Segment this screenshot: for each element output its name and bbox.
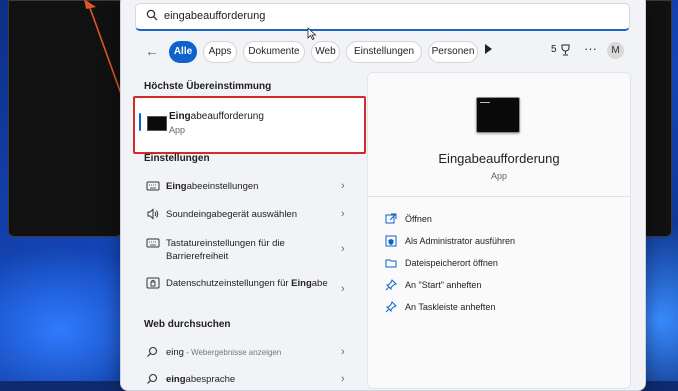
preview-title: Eingabeaufforderung xyxy=(438,151,560,166)
more-options-icon[interactable]: ··· xyxy=(584,41,597,56)
trophy-icon[interactable] xyxy=(560,44,571,56)
best-match-item[interactable]: Eingabeaufforderung App xyxy=(133,96,366,154)
search-icon xyxy=(146,9,158,21)
reward-count: 5 xyxy=(551,44,557,55)
chevron-right-icon: › xyxy=(341,208,345,220)
terminal-app-icon xyxy=(476,97,520,133)
pin-icon xyxy=(385,279,397,291)
best-match-heading: Höchste Übereinstimmung xyxy=(144,81,272,92)
best-match-name: Eingabeaufforderung xyxy=(169,111,264,122)
chevron-right-icon: › xyxy=(341,373,345,385)
chevron-right-icon: › xyxy=(341,180,345,192)
web-search-item[interactable]: eing - Webergebnisse anzeigen › xyxy=(140,346,358,360)
admin-icon xyxy=(385,235,397,247)
settings-item-soundeingabe[interactable]: Soundeingabegerät auswählen › xyxy=(140,208,358,222)
pin-icon xyxy=(385,301,397,313)
web-search-label: eingabesprache xyxy=(166,374,236,385)
chevron-right-icon: › xyxy=(341,283,345,295)
settings-heading: Einstellungen xyxy=(144,153,210,164)
keyboard-icon xyxy=(146,181,160,191)
web-search-heading: Web durchsuchen xyxy=(144,319,231,330)
search-box[interactable] xyxy=(135,3,630,31)
settings-item-label: Datenschutzeinstellungen für Eingabe xyxy=(166,278,328,289)
filter-chip-dokumente[interactable]: Dokumente xyxy=(243,41,305,63)
filter-chip-einstellungen[interactable]: Einstellungen xyxy=(346,41,422,63)
open-icon xyxy=(385,213,397,224)
search-icon xyxy=(147,346,158,357)
terminal-app-icon xyxy=(147,116,167,131)
web-search-label: eing - Webergebnisse anzeigen xyxy=(166,347,282,358)
search-input[interactable] xyxy=(164,7,604,25)
best-match-type: App xyxy=(169,125,186,135)
action-label: An "Start" anheften xyxy=(405,280,482,290)
keyboard-icon xyxy=(146,238,160,248)
filter-chip-web[interactable]: Web xyxy=(311,41,340,63)
settings-item-tastatur-barrierefreiheit[interactable]: Tastatureinstellungen für die Barrierefr… xyxy=(140,237,358,265)
filter-chip-personen[interactable]: Personen xyxy=(428,41,478,63)
action-label: Öffnen xyxy=(405,214,432,224)
privacy-icon xyxy=(146,277,160,289)
settings-item-eingabeeinstellungen[interactable]: Eingabeeinstellungen › xyxy=(140,180,358,194)
chevron-right-icon: › xyxy=(341,346,345,358)
selection-indicator xyxy=(139,113,141,131)
chevron-right-icon: › xyxy=(341,243,345,255)
mouse-cursor-icon xyxy=(307,27,317,41)
action-label: An Taskleiste anheften xyxy=(405,302,496,312)
settings-item-label: Tastatureinstellungen für die Barrierefr… xyxy=(166,238,285,262)
filter-bar: ← Alle Apps Dokumente Web Einstellungen … xyxy=(140,40,630,63)
filter-chip-apps[interactable]: Apps xyxy=(203,41,237,63)
avatar[interactable]: M xyxy=(607,42,624,59)
speaker-icon xyxy=(147,208,159,220)
preview-type: App xyxy=(490,171,507,181)
preview-pane: Eingabeaufforderung App Öffnen Als Admin… xyxy=(367,72,631,389)
action-label: Dateispeicherort öffnen xyxy=(405,258,498,268)
divider xyxy=(368,196,630,197)
settings-item-datenschutz[interactable]: Datenschutzeinstellungen für Eingabe › xyxy=(140,277,358,305)
settings-item-label: Eingabeeinstellungen xyxy=(166,181,259,192)
settings-item-label: Soundeingabegerät auswählen xyxy=(166,209,297,220)
folder-icon xyxy=(385,259,397,268)
back-arrow-icon[interactable]: ← xyxy=(145,43,159,59)
action-label: Als Administrator ausführen xyxy=(405,236,516,246)
filter-chip-alle[interactable]: Alle xyxy=(169,41,197,63)
web-search-item[interactable]: eingabesprache › xyxy=(140,373,358,387)
search-icon xyxy=(147,373,158,384)
more-filters-icon[interactable] xyxy=(485,44,492,54)
